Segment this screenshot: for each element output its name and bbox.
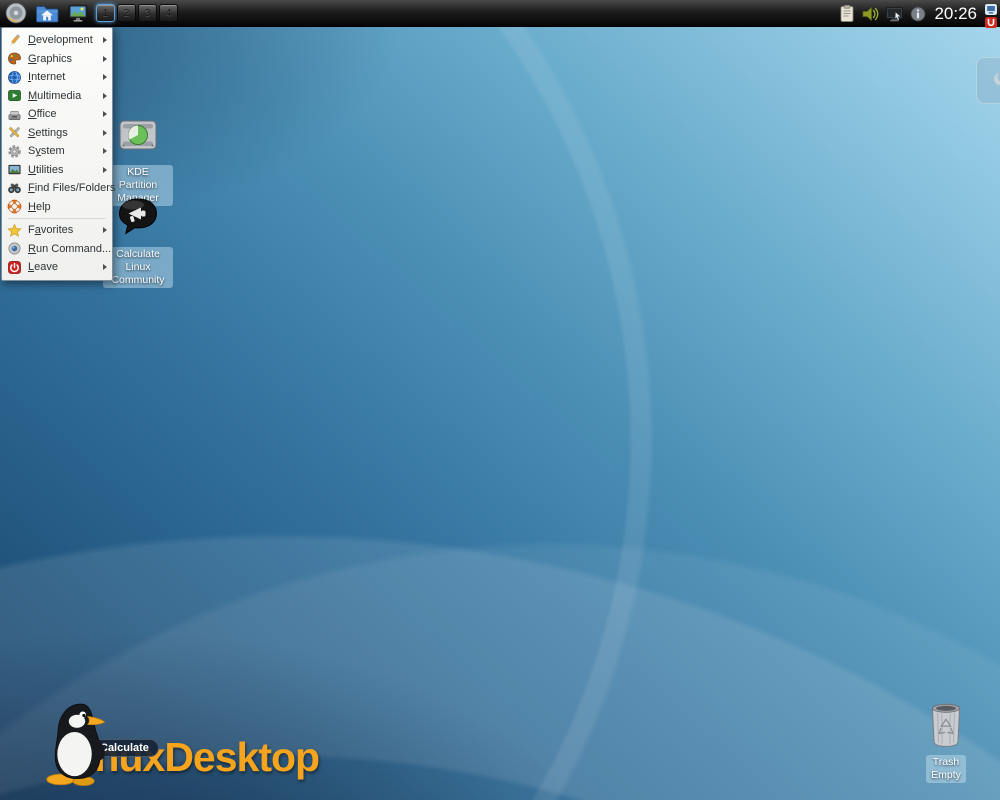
update-notifier-icon[interactable] xyxy=(985,15,997,26)
pager-desktop-2[interactable]: 2 xyxy=(117,4,136,22)
menu-separator xyxy=(8,218,106,219)
penguin-logo-icon xyxy=(36,700,118,791)
menu-item-development[interactable]: Development xyxy=(2,31,112,50)
trash-widget[interactable]: TrashEmpty xyxy=(916,700,976,783)
info-icon[interactable] xyxy=(910,6,926,22)
menu-item-label: Graphics xyxy=(28,53,99,65)
plasma-toolbox-button[interactable] xyxy=(976,57,1000,104)
menu-item-label: Favorites xyxy=(28,224,99,236)
system-tray: 20:26 xyxy=(839,0,997,27)
menu-item-label: Settings xyxy=(28,127,99,139)
menu-item-internet[interactable]: Internet xyxy=(2,68,112,87)
application-menu: Development Graphics Internet Multimedia xyxy=(1,27,113,281)
menu-item-label: Leave xyxy=(28,261,99,273)
desktop-icon-calculate-community[interactable]: Calculate Linux Community xyxy=(103,194,173,288)
menu-item-run-command[interactable]: Run Command... xyxy=(2,240,112,259)
menu-item-leave[interactable]: Leave xyxy=(2,258,112,277)
top-panel: 1 2 3 4 xyxy=(0,0,1000,27)
menu-item-multimedia[interactable]: Multimedia xyxy=(2,87,112,106)
desktop-screen: 1 2 3 4 xyxy=(0,0,1000,800)
run-icon xyxy=(7,241,22,256)
menu-item-favorites[interactable]: Favorites xyxy=(2,221,112,240)
menu-item-label: Find Files/Folders xyxy=(28,182,115,194)
submenu-arrow-icon xyxy=(103,37,107,43)
help-icon xyxy=(7,199,22,214)
desktop-icon-label: Calculate Linux Community xyxy=(103,247,173,288)
virtual-desktop-pager: 1 2 3 4 xyxy=(96,4,178,22)
submenu-arrow-icon xyxy=(103,93,107,99)
mini-window-icon[interactable] xyxy=(985,2,997,13)
submenu-arrow-icon xyxy=(103,264,107,270)
find-icon xyxy=(7,181,22,196)
calculate-logo-icon xyxy=(5,2,27,24)
menu-item-label: System xyxy=(28,145,99,157)
favorites-icon xyxy=(7,223,22,238)
pager-desktop-1[interactable]: 1 xyxy=(96,4,115,22)
trash-label: TrashEmpty xyxy=(926,755,966,783)
menu-item-label: Help xyxy=(28,201,107,213)
office-icon xyxy=(7,107,22,122)
menu-item-label: Internet xyxy=(28,71,99,83)
graphics-icon xyxy=(7,51,22,66)
multimedia-icon xyxy=(7,88,22,103)
pager-desktop-4[interactable]: 4 xyxy=(159,4,178,22)
calculate-menu-button[interactable] xyxy=(4,2,27,25)
menu-item-settings[interactable]: Settings xyxy=(2,124,112,143)
submenu-arrow-icon xyxy=(103,167,107,173)
leave-icon xyxy=(7,260,22,275)
menu-item-utilities[interactable]: Utilities xyxy=(2,161,112,180)
panel-launchers xyxy=(0,2,89,25)
utilities-icon xyxy=(7,162,22,177)
submenu-arrow-icon xyxy=(103,74,107,80)
settings-icon xyxy=(7,125,22,140)
internet-icon xyxy=(7,70,22,85)
partition-manager-icon xyxy=(115,112,161,163)
pager-desktop-3[interactable]: 3 xyxy=(138,4,157,22)
trash-icon xyxy=(928,700,964,753)
submenu-arrow-icon xyxy=(103,148,107,154)
volume-icon[interactable] xyxy=(861,5,879,23)
menu-item-label: Development xyxy=(28,34,99,46)
display-icon[interactable] xyxy=(885,5,904,23)
submenu-arrow-icon xyxy=(103,130,107,136)
menu-item-label: Multimedia xyxy=(28,90,99,102)
menu-item-find-files[interactable]: Find Files/Folders xyxy=(2,179,112,198)
menu-item-office[interactable]: Office xyxy=(2,105,112,124)
home-folder-button[interactable] xyxy=(35,2,58,25)
submenu-arrow-icon xyxy=(103,56,107,62)
calculate-desktop-logo: LinuxDesktop Calculate xyxy=(30,698,330,798)
community-icon xyxy=(115,194,161,245)
menu-item-label: Run Command... xyxy=(28,243,111,255)
show-desktop-button[interactable] xyxy=(66,2,89,25)
menu-item-graphics[interactable]: Graphics xyxy=(2,50,112,69)
menu-item-help[interactable]: Help xyxy=(2,198,112,217)
clipboard-icon[interactable] xyxy=(839,4,855,23)
desktop-monitor-icon xyxy=(67,2,89,24)
submenu-arrow-icon xyxy=(103,227,107,233)
development-icon xyxy=(7,33,22,48)
menu-item-system[interactable]: System xyxy=(2,142,112,161)
system-icon xyxy=(7,144,22,159)
submenu-arrow-icon xyxy=(103,111,107,117)
clock[interactable]: 20:26 xyxy=(934,4,977,24)
home-folder-icon xyxy=(35,3,59,24)
menu-item-label: Office xyxy=(28,108,99,120)
tray-mini-icons xyxy=(985,2,997,26)
menu-item-label: Utilities xyxy=(28,164,99,176)
